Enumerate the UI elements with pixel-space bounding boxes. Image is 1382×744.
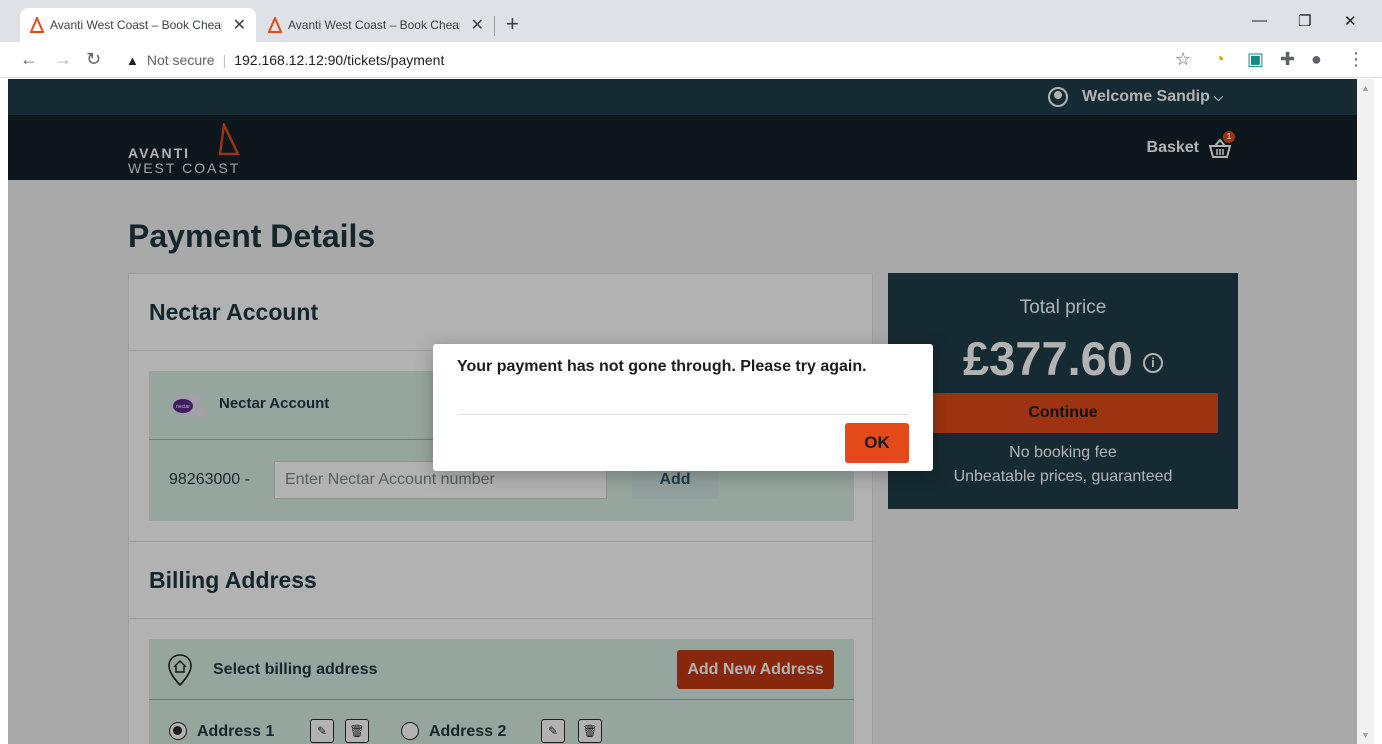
- window-close-icon[interactable]: ✕: [1344, 12, 1357, 30]
- extension-square-icon[interactable]: ▣: [1247, 49, 1264, 69]
- payment-error-dialog: Your payment has not gone through. Pleas…: [433, 344, 933, 471]
- omnibox-divider: |: [222, 52, 227, 68]
- extension-speedometer-icon[interactable]: ◔: [1214, 49, 1225, 69]
- tab-separator: [494, 16, 495, 36]
- browser-toolbar: ← → ↻ ▲ Not secure | 192.168.12.12:90/ti…: [0, 42, 1382, 78]
- back-icon[interactable]: ←: [20, 49, 38, 69]
- url-text: 192.168.12.12:90/tickets/payment: [234, 52, 445, 68]
- star-icon[interactable]: ☆: [1175, 49, 1191, 69]
- scroll-up-arrow-icon[interactable]: ▲: [1361, 83, 1370, 93]
- avanti-favicon-icon: [268, 17, 282, 33]
- warning-icon: ▲: [126, 52, 139, 68]
- dialog-divider: [457, 414, 909, 415]
- browser-tab-2[interactable]: Avanti West Coast – Book Cheap ✕: [258, 8, 494, 42]
- dialog-message: Your payment has not gone through. Pleas…: [457, 358, 867, 375]
- close-tab-icon[interactable]: ✕: [233, 15, 246, 35]
- page-viewport: Welcome Sandip ⌵ AVANTI WEST COAST Baske…: [8, 79, 1357, 744]
- security-label: Not secure: [146, 52, 215, 68]
- browser-tab-1[interactable]: Avanti West Coast – Book Cheap ✕: [20, 8, 256, 42]
- forward-icon[interactable]: →: [54, 49, 72, 69]
- tab-title: Avanti West Coast – Book Cheap: [288, 18, 460, 32]
- page-scrollbar[interactable]: ▲ ▼: [1357, 79, 1374, 744]
- new-tab-icon[interactable]: +: [506, 12, 519, 36]
- restore-icon[interactable]: ❐: [1298, 12, 1311, 30]
- browser-tab-bar: Avanti West Coast – Book Cheap ✕ Avanti …: [0, 0, 1382, 42]
- tab-title: Avanti West Coast – Book Cheap: [50, 18, 222, 32]
- profile-icon[interactable]: ●: [1311, 49, 1322, 69]
- close-tab-icon[interactable]: ✕: [471, 15, 484, 35]
- reload-icon[interactable]: ↻: [86, 49, 101, 69]
- avanti-favicon-icon: [30, 17, 44, 33]
- minimize-icon[interactable]: —: [1252, 12, 1267, 29]
- address-bar[interactable]: ▲ Not secure | 192.168.12.12:90/tickets/…: [116, 45, 1206, 75]
- ok-button[interactable]: OK: [845, 423, 909, 463]
- extension-icon[interactable]: ✚: [1280, 49, 1295, 69]
- menu-icon[interactable]: ⋮: [1347, 49, 1365, 69]
- scroll-down-arrow-icon[interactable]: ▼: [1361, 730, 1370, 740]
